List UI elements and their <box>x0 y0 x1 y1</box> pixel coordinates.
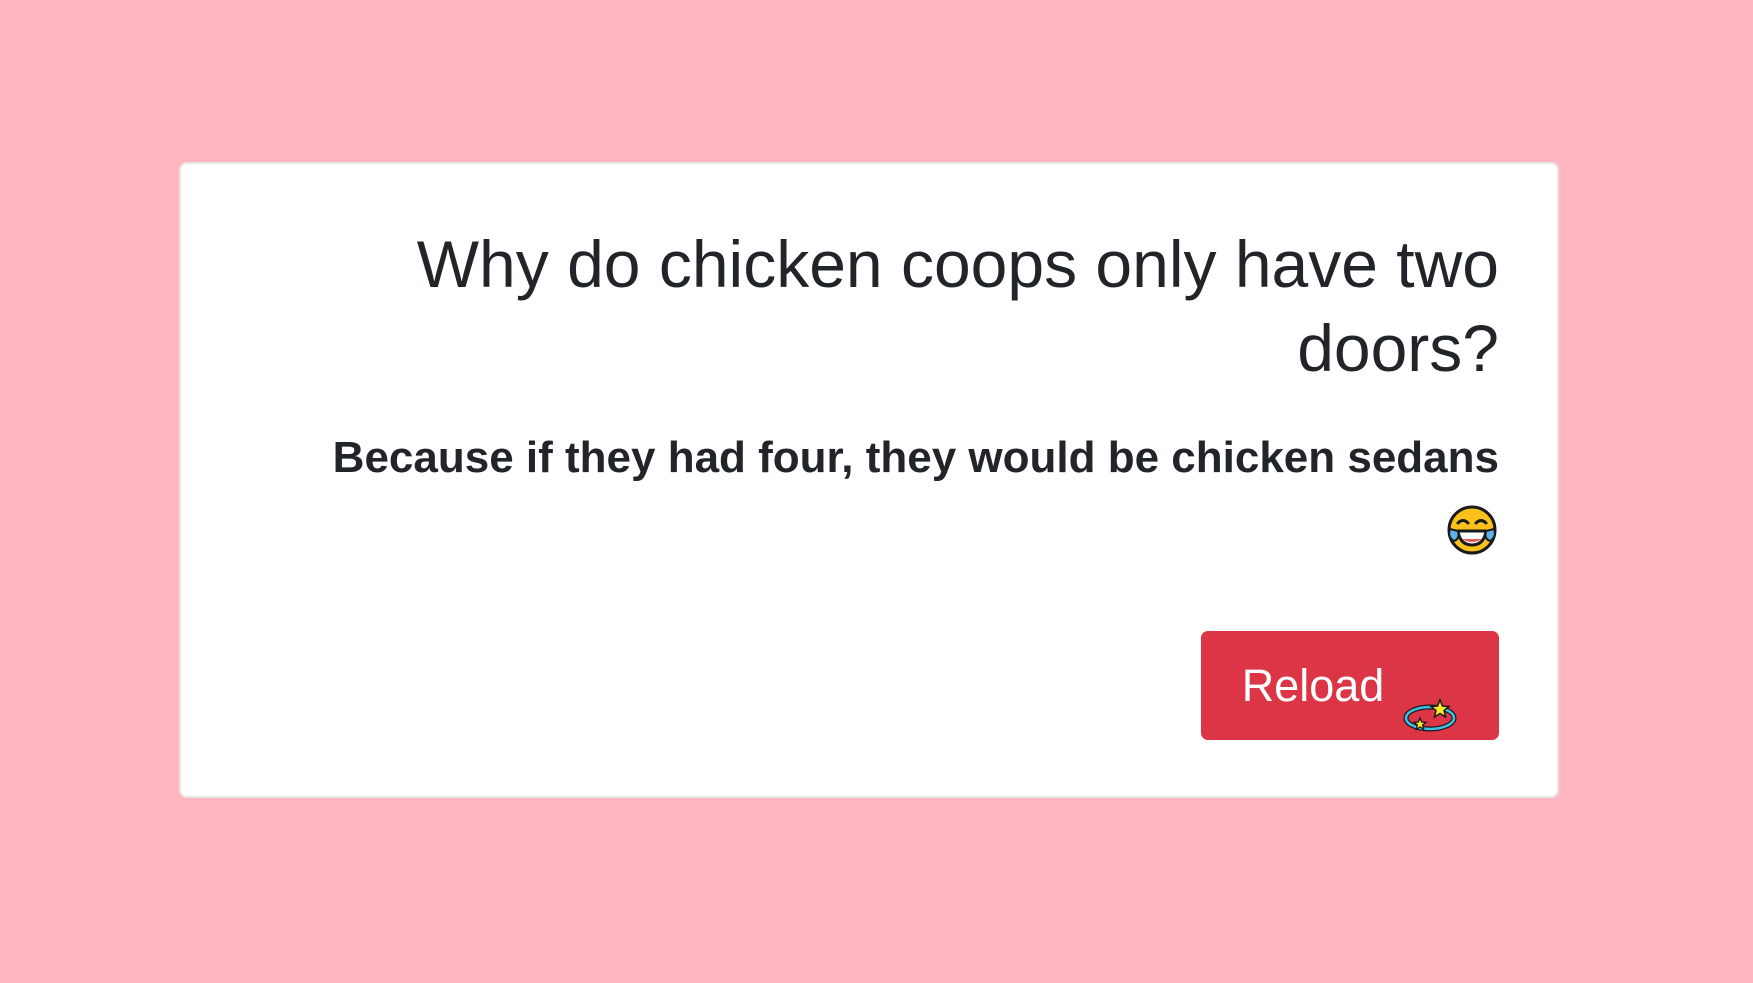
joke-answer-text: Because if they had four, they would be … <box>332 433 1499 482</box>
joke-card: Why do chicken coops only have two doors… <box>179 162 1559 798</box>
joke-answer: Because if they had four, they would be … <box>249 423 1499 563</box>
joke-question: Why do chicken coops only have two doors… <box>416 227 1499 385</box>
joke-card-body: Why do chicken coops only have two doors… <box>241 164 1499 796</box>
reload-button[interactable]: Reload <box>1201 631 1499 740</box>
reload-button-label: Reload <box>1241 660 1385 711</box>
dizzy-icon <box>1402 666 1458 731</box>
face-with-tears-of-joy-icon <box>1445 503 1499 557</box>
